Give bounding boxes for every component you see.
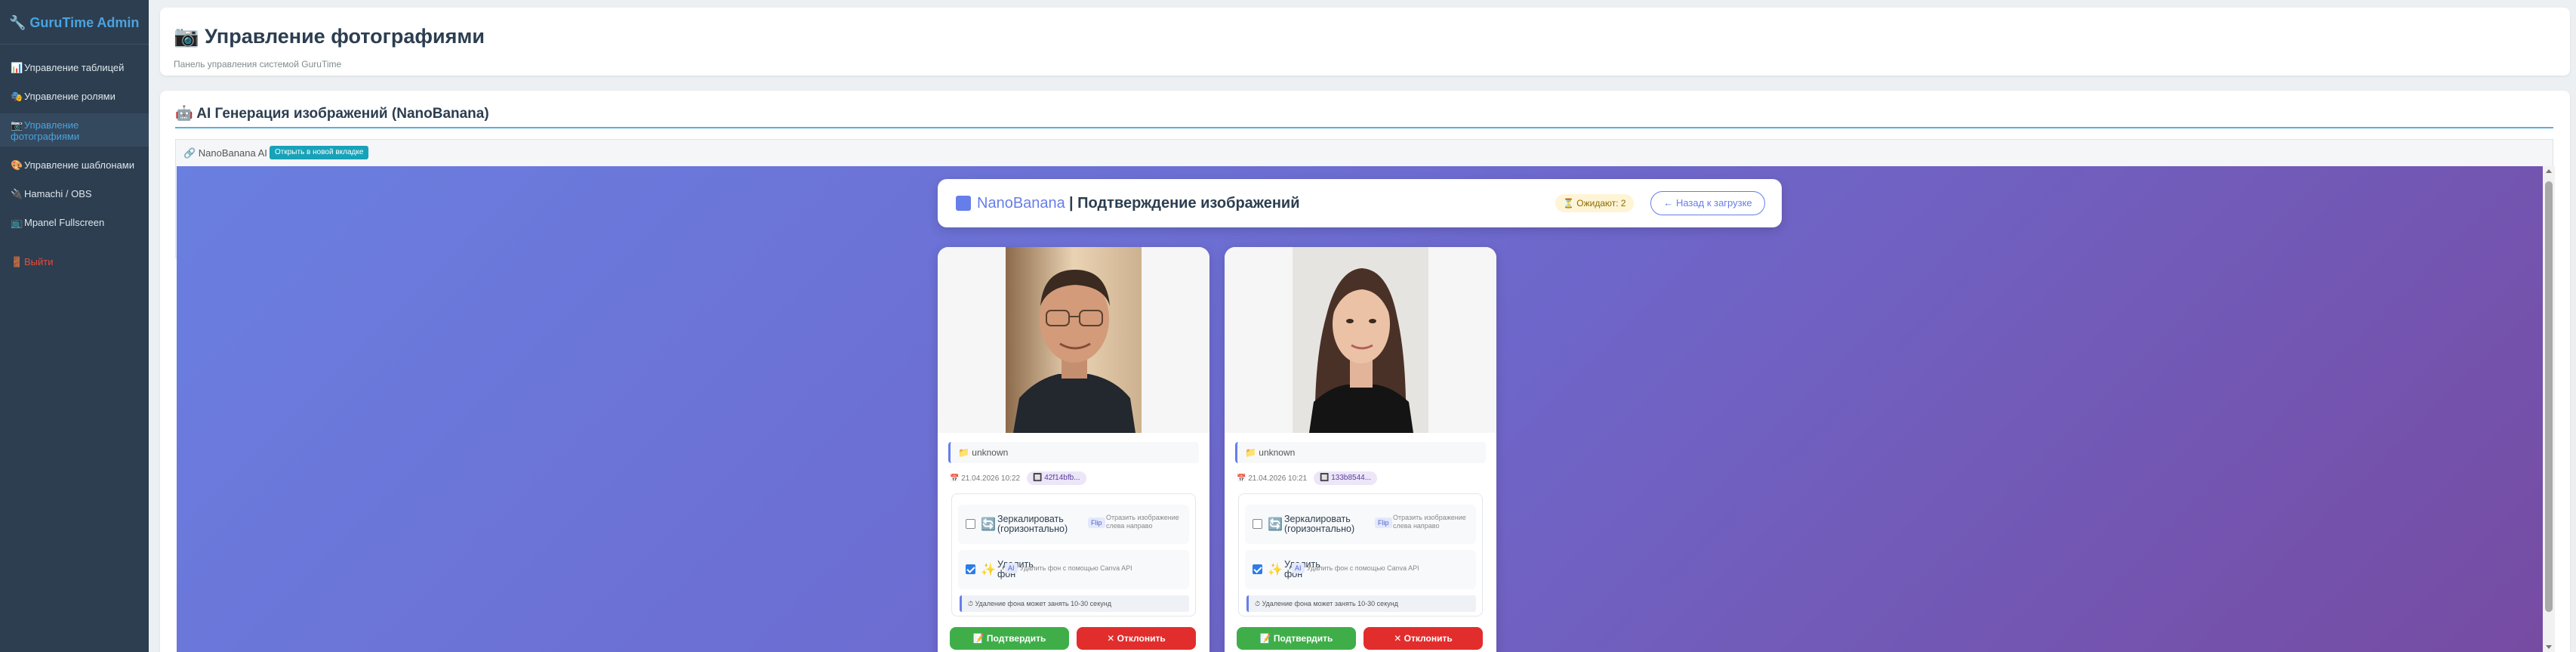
flip-tag: Flip	[1375, 518, 1392, 528]
ai-tag: AI	[1292, 563, 1305, 573]
plug-icon: 🔌	[11, 188, 23, 199]
mirror-checkbox[interactable]	[966, 519, 975, 529]
sidebar-item-label: Управление таблицей	[24, 62, 125, 73]
sidebar-item-label: Mpanel Fullscreen	[24, 217, 105, 228]
sidebar-item-label: Управление ролями	[24, 91, 116, 102]
portrait-photo-man[interactable]	[1006, 247, 1142, 433]
sidebar-item-logout[interactable]: 🚪 Выйти	[0, 256, 149, 267]
sidebar-item-hamachi[interactable]: 🔌 Hamachi / OBS	[0, 188, 149, 199]
processing-options: 🔄 Зеркалировать (горизонтально) Flip Отр…	[1238, 493, 1483, 616]
palette-icon: 🎨	[11, 159, 23, 171]
page-header: 📷 Управление фотографиями Панель управле…	[160, 8, 2570, 76]
remove-bg-note: ⏱ Удаление фона может занять 10-30 секун…	[1246, 595, 1476, 612]
upload-date: 📅 21.04.2026 10:21	[1237, 474, 1308, 483]
scrollbar-thumb[interactable]	[2545, 181, 2553, 612]
reject-button[interactable]: ✕ Отклонить	[1077, 627, 1196, 650]
man-portrait-image	[1006, 247, 1142, 433]
portrait-photo-woman[interactable]	[1293, 247, 1428, 433]
mirror-checkbox[interactable]	[1253, 519, 1262, 529]
brand-title[interactable]: 🔧 GuruTime Admin	[9, 15, 139, 31]
scroll-up-icon[interactable]	[2546, 169, 2552, 173]
nanobanana-logo-icon	[956, 196, 971, 211]
flip-icon: 🔄	[981, 518, 996, 531]
sidebar-item-roles[interactable]: 🎭 Управление ролями	[0, 91, 149, 102]
sidebar-item-photos[interactable]: 📷 Управление фотографиями	[0, 113, 149, 147]
scroll-down-icon[interactable]	[2546, 645, 2552, 649]
remove-bg-option[interactable]: ✨ Удалить фон AI Удалить фон с помощью C…	[1245, 550, 1476, 589]
mirror-option[interactable]: 🔄 Зеркалировать (горизонтально) Flip Отр…	[958, 505, 1189, 544]
mirror-description: Отразить изображение слева направо	[1393, 514, 1466, 530]
sidebar-item-mpanel[interactable]: 📺 Mpanel Fullscreen	[0, 217, 149, 228]
chart-icon: 📊	[11, 62, 23, 73]
confirm-button[interactable]: 📝 Подтвердить	[950, 627, 1069, 650]
frame-scrollbar[interactable]	[2543, 166, 2555, 652]
tv-icon: 📺	[11, 217, 23, 228]
page-title-text: Управление фотографиями	[205, 25, 485, 48]
nanobanana-header: NanoBanana | Подтверждение изображений ⏳…	[938, 179, 1782, 227]
camera-icon: 📷	[174, 25, 199, 48]
processing-options: 🔄 Зеркалировать (горизонтально) Flip Отр…	[951, 493, 1196, 616]
flip-tag: Flip	[1088, 518, 1105, 528]
remove-bg-note: ⏱ Удаление фона может занять 10-30 секун…	[960, 595, 1189, 612]
mirror-option[interactable]: 🔄 Зеркалировать (горизонтально) Flip Отр…	[1245, 505, 1476, 544]
back-to-upload-button[interactable]: ← Назад к загрузке	[1650, 191, 1765, 215]
sidebar: 🔧 GuruTime Admin 📊 Управление таблицей 🎭 У…	[0, 0, 149, 652]
mirror-label: Зеркалировать (горизонтально)	[1284, 514, 1355, 534]
ai-tag: AI	[1005, 563, 1018, 573]
upload-date: 📅 21.04.2026 10:22	[950, 474, 1021, 483]
sparkles-icon: ✨	[981, 564, 996, 576]
sidebar-item-label: Управление шаблонами	[24, 159, 134, 171]
remove-bg-checkbox[interactable]	[1253, 564, 1262, 574]
section-divider	[175, 127, 2553, 128]
woman-portrait-image	[1293, 247, 1428, 433]
remove-bg-description: Удалить фон с помощью Canva API	[1020, 564, 1132, 572]
flip-icon: 🔄	[1268, 518, 1283, 531]
sidebar-item-templates[interactable]: 🎨 Управление шаблонами	[0, 159, 149, 171]
confirm-button[interactable]: 📝 Подтвердить	[1237, 627, 1356, 650]
page-title: 📷 Управление фотографиями	[174, 24, 485, 48]
reject-button[interactable]: ✕ Отклонить	[1363, 627, 1483, 650]
image-card: 📁 unknown 📅 21.04.2026 10:21 🔲 133b8544.…	[1225, 247, 1496, 652]
page-subtitle: Панель управления системой GuruTime	[174, 59, 342, 70]
nanobanana-frame: NanoBanana | Подтверждение изображений ⏳…	[177, 166, 2555, 652]
masks-icon: 🎭	[11, 91, 23, 102]
camera-icon: 📷	[11, 119, 23, 131]
image-id-badge: 🔲 133b8544...	[1314, 471, 1378, 485]
image-id-badge: 🔲 42f14bfb...	[1027, 471, 1086, 485]
mirror-description: Отразить изображение слева направо	[1106, 514, 1179, 530]
mirror-label: Зеркалировать (горизонтально)	[997, 514, 1068, 534]
folder-label: 📁 unknown	[1235, 442, 1486, 463]
open-new-tab-button[interactable]: Открыть в новой вкладке	[270, 146, 369, 159]
sidebar-divider	[0, 44, 149, 45]
sidebar-item-table[interactable]: 📊 Управление таблицей	[0, 62, 149, 73]
sidebar-item-label: Выйти	[24, 256, 54, 267]
sidebar-item-label: Hamachi / OBS	[24, 188, 92, 199]
image-card: 📁 unknown 📅 21.04.2026 10:22 🔲 42f14bfb.…	[938, 247, 1209, 652]
pending-badge: ⏳ Ожидают: 2	[1555, 194, 1634, 212]
remove-bg-description: Удалить фон с помощью Canva API	[1307, 564, 1419, 572]
section-title: 🤖 AI Генерация изображений (NanoBanana)	[175, 106, 489, 122]
door-icon: 🚪	[11, 256, 23, 267]
nanobanana-brand: NanoBanana	[977, 195, 1065, 212]
nanobanana-title: | Подтверждение изображений	[1069, 195, 1300, 212]
folder-label: 📁 unknown	[948, 442, 1199, 463]
remove-bg-checkbox[interactable]	[966, 564, 975, 574]
remove-bg-option[interactable]: ✨ Удалить фон AI Удалить фон с помощью C…	[958, 550, 1189, 589]
sparkles-icon: ✨	[1268, 564, 1283, 576]
frame-label: 🔗 NanoBanana AI	[183, 147, 267, 159]
